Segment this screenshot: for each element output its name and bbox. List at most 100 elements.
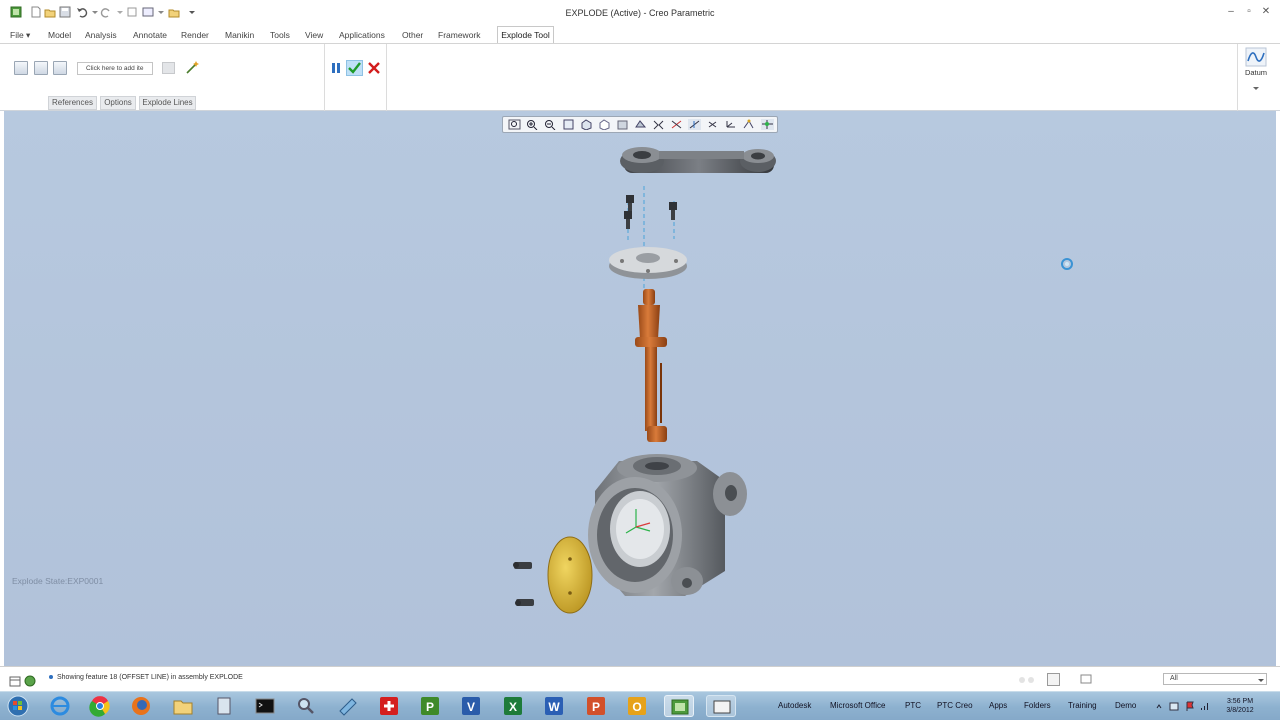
magnifier-tool-icon[interactable] xyxy=(294,695,318,717)
tab-framework[interactable]: Framework xyxy=(438,30,481,40)
project-app-icon[interactable]: P xyxy=(418,695,442,717)
reorient-icon[interactable] xyxy=(580,119,593,131)
cancel-button[interactable] xyxy=(367,61,381,75)
close-button[interactable]: ✕ xyxy=(1259,6,1273,18)
navigator-toggle-icon[interactable] xyxy=(9,676,21,687)
svg-text:X: X xyxy=(509,700,517,714)
datum-label: Datum xyxy=(1244,68,1268,77)
spin-center-icon[interactable] xyxy=(761,119,774,130)
graphics-window[interactable] xyxy=(4,111,1276,666)
properties-icon[interactable] xyxy=(162,62,175,74)
camtasia-recorder-icon[interactable] xyxy=(706,695,736,717)
window-title: EXPLODE (Active) - Creo Parametric xyxy=(565,8,715,18)
toolbar-folder-training[interactable]: Training xyxy=(1068,701,1097,710)
toolbar-folder-microsoft-office[interactable]: Microsoft Office xyxy=(830,701,885,710)
ribbon-separator xyxy=(324,44,325,111)
filter-chevron-down-icon[interactable] xyxy=(1257,676,1265,682)
minimize-button[interactable]: – xyxy=(1224,6,1238,18)
chrome-icon[interactable] xyxy=(88,695,112,717)
zoom-in-icon[interactable] xyxy=(526,119,539,131)
tab-analysis[interactable]: Analysis xyxy=(85,30,117,40)
zoom-out-icon[interactable] xyxy=(544,119,557,131)
command-prompt-icon[interactable] xyxy=(253,695,277,717)
assembly-model[interactable] xyxy=(4,111,1276,666)
explode-state-label: Explode State:EXP0001 xyxy=(12,576,104,586)
valve-body-part[interactable] xyxy=(588,454,747,596)
creo-parametric-taskbar-icon[interactable] xyxy=(664,695,694,717)
end-cover-part[interactable] xyxy=(547,536,593,614)
taskbar-clock[interactable]: 3:56 PM 3/8/2012 xyxy=(1217,697,1263,715)
browser-toggle-icon[interactable] xyxy=(24,675,37,687)
explode-line-wand-icon[interactable] xyxy=(185,60,200,75)
cover-screw-part[interactable] xyxy=(513,562,532,569)
calculator-icon[interactable] xyxy=(212,695,236,717)
tab-annotate[interactable]: Annotate xyxy=(133,30,167,40)
toolbar-folder-folders[interactable]: Folders xyxy=(1024,701,1051,710)
tab-file[interactable]: File ▾ xyxy=(10,30,30,41)
reference-collector-field[interactable]: Click here to add ite xyxy=(77,62,153,75)
cover-screw-part[interactable] xyxy=(515,599,534,606)
view-manager-icon[interactable] xyxy=(616,119,629,130)
datum-group[interactable]: Datum xyxy=(1238,44,1274,110)
tab-explode-tool[interactable]: Explode Tool xyxy=(497,26,554,43)
firefox-icon[interactable] xyxy=(129,695,153,717)
move-translate-icon[interactable] xyxy=(14,61,28,75)
maximize-button[interactable]: ▫ xyxy=(1242,6,1256,18)
internet-explorer-icon[interactable] xyxy=(48,695,72,717)
tray-wifi-icon[interactable] xyxy=(1199,700,1211,712)
toolbar-folder-autodesk[interactable]: Autodesk xyxy=(778,701,811,710)
tray-expand-icon[interactable] xyxy=(1155,702,1163,710)
tab-model[interactable]: Model xyxy=(48,30,71,40)
subtab-options[interactable]: Options xyxy=(100,96,136,110)
screw-part[interactable] xyxy=(624,211,632,229)
tray-flag-icon[interactable] xyxy=(1184,700,1196,712)
subtab-references[interactable]: References xyxy=(48,96,97,110)
word-app-icon[interactable]: W xyxy=(542,695,566,717)
tab-render[interactable]: Render xyxy=(181,30,209,40)
datum-dropdown-icon[interactable] xyxy=(1252,84,1260,90)
powerpoint-app-icon[interactable]: P xyxy=(584,695,608,717)
find-icon[interactable] xyxy=(1080,674,1093,685)
start-button[interactable] xyxy=(5,695,31,717)
perspective-icon[interactable] xyxy=(652,119,665,130)
ribbon-separator xyxy=(386,44,387,111)
selection-filter-select[interactable]: All xyxy=(1163,673,1267,685)
move-rotate-icon[interactable] xyxy=(34,61,48,75)
regen-status-icon xyxy=(1018,676,1038,684)
toolbar-folder-ptc-creo[interactable]: PTC Creo xyxy=(937,701,973,710)
outlook-app-icon[interactable]: O xyxy=(625,695,649,717)
tab-manikin[interactable]: Manikin xyxy=(225,30,254,40)
tab-view[interactable]: View xyxy=(305,30,323,40)
toolbar-folder-demo[interactable]: Demo xyxy=(1115,701,1136,710)
smart-select-icon[interactable] xyxy=(1047,673,1060,686)
axis-display-icon[interactable] xyxy=(688,119,701,130)
datum-display-icon[interactable] xyxy=(670,119,683,130)
refit-icon[interactable] xyxy=(508,119,521,130)
graphics-toolbar xyxy=(502,116,778,133)
visio-app-icon[interactable]: V xyxy=(459,695,483,717)
file-explorer-icon[interactable] xyxy=(171,695,195,717)
saved-orientations-icon[interactable] xyxy=(598,119,611,131)
tab-other[interactable]: Other xyxy=(402,30,423,40)
move-view-plane-icon[interactable] xyxy=(53,61,67,75)
valve-stem-part[interactable] xyxy=(635,289,667,442)
toolbar-folder-apps[interactable]: Apps xyxy=(989,701,1007,710)
display-style-icon[interactable] xyxy=(634,119,647,130)
swiss-app-icon[interactable] xyxy=(377,695,401,717)
repaint-icon[interactable] xyxy=(562,119,575,130)
subtab-explode-lines[interactable]: Explode Lines xyxy=(139,96,196,110)
flange-plate-part[interactable] xyxy=(609,247,687,279)
toolbar-folder-ptc[interactable]: PTC xyxy=(905,701,921,710)
csys-display-icon[interactable] xyxy=(724,119,737,130)
snipping-tool-icon[interactable] xyxy=(336,695,360,717)
point-display-icon[interactable] xyxy=(706,119,719,130)
tab-tools[interactable]: Tools xyxy=(270,30,290,40)
annotation-display-icon[interactable] xyxy=(742,119,755,130)
screw-part[interactable] xyxy=(669,202,677,220)
tab-applications[interactable]: Applications xyxy=(339,30,385,40)
handle-arm-part[interactable] xyxy=(620,147,776,173)
excel-app-icon[interactable]: X xyxy=(501,695,525,717)
tray-network-icon[interactable] xyxy=(1168,700,1180,712)
pause-button[interactable] xyxy=(330,62,342,74)
ok-button[interactable] xyxy=(346,60,363,76)
